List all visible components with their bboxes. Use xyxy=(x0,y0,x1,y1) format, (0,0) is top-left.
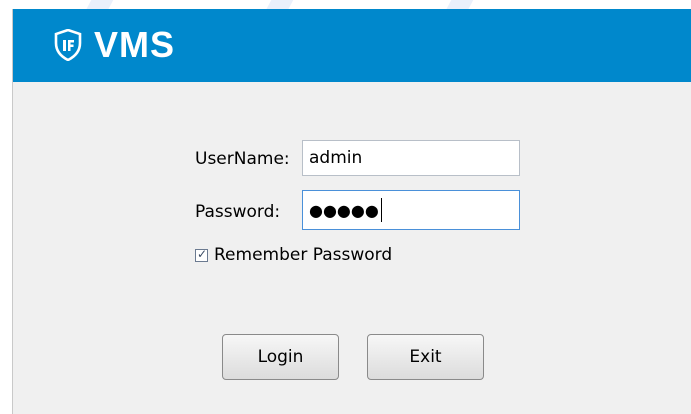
password-input[interactable]: ●●●●● xyxy=(302,190,520,230)
username-input[interactable]: admin xyxy=(302,140,520,176)
remember-password-checkbox[interactable]: ✓ xyxy=(195,246,208,262)
password-label: Password: xyxy=(195,202,281,222)
text-caret xyxy=(380,198,382,222)
username-label: UserName: xyxy=(195,149,290,169)
username-value: admin xyxy=(309,148,363,168)
password-masked-value: ●●●●● xyxy=(309,200,379,220)
login-button[interactable]: Login xyxy=(222,334,339,380)
checkmark-icon: ✓ xyxy=(197,246,208,261)
shield-logo-icon xyxy=(54,29,82,61)
exit-button[interactable]: Exit xyxy=(367,334,484,380)
login-window: VMS UserName: admin Password: ●●●●● ✓ Re… xyxy=(12,9,691,414)
title-bar[interactable]: VMS xyxy=(13,9,691,82)
remember-password-label[interactable]: Remember Password xyxy=(214,245,392,265)
app-title: VMS xyxy=(94,24,176,65)
remember-password-row[interactable]: ✓ Remember Password xyxy=(195,245,392,265)
